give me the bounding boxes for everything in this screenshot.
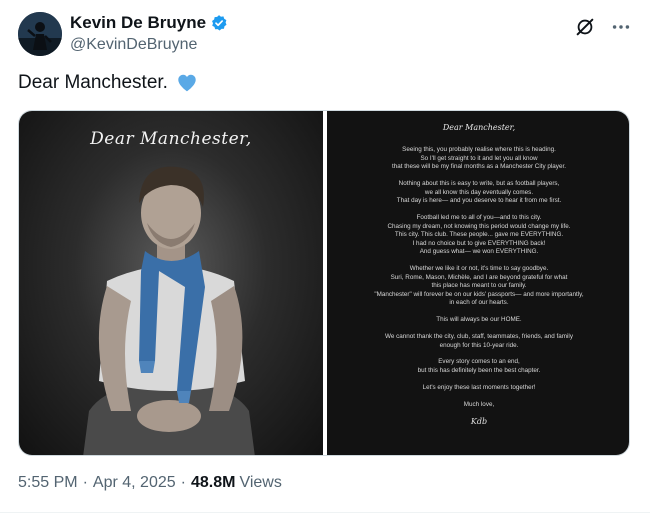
- letter-paragraph: Let's enjoy these last moments together!: [422, 383, 536, 391]
- letter-paragraph: Seeing this, you probably realise where …: [392, 146, 566, 171]
- meta-separator: ·: [82, 474, 88, 491]
- media-photo-portrait[interactable]: Dear Manchester,: [19, 111, 323, 455]
- avatar-image: [18, 12, 62, 56]
- author-name-row: Kevin De Bruyne: [70, 13, 228, 33]
- views-count: 48.8M: [190, 474, 236, 491]
- tweet-time[interactable]: 5:55 PM: [18, 474, 78, 492]
- tweet-text-content: Dear Manchester.: [18, 72, 168, 93]
- letter-paragraph: We cannot thank the city, club, staff, t…: [385, 333, 573, 349]
- divider: [0, 512, 650, 513]
- letter-paragraph: Whether we like it or not, it's time to …: [374, 265, 584, 307]
- letter-content: Dear Manchester, Seeing this, you probab…: [341, 123, 617, 426]
- letter-paragraph: Much love,: [463, 400, 495, 408]
- tweet-meta: 5:55 PM · Apr 4, 2025 · 48.8M Views: [18, 474, 282, 492]
- media-photo-letter[interactable]: Dear Manchester, Seeing this, you probab…: [327, 111, 629, 455]
- letter-paragraph: Nothing about this is easy to write, but…: [396, 179, 562, 205]
- letter-paragraph: Football led me to all of you—and to thi…: [387, 213, 571, 256]
- verified-badge-icon: [210, 14, 228, 32]
- meta-separator: ·: [180, 474, 186, 491]
- views-label: Views: [239, 474, 282, 491]
- blue-heart-icon: [176, 72, 198, 94]
- media-gallery[interactable]: Dear Manchester, Dear Manchester, Seeing…: [18, 110, 630, 456]
- author-handle[interactable]: @KevinDeBruyne: [70, 36, 197, 54]
- letter-title: Dear Manchester,: [442, 123, 516, 132]
- grok-icon[interactable]: [574, 16, 596, 38]
- author-name[interactable]: Kevin De Bruyne: [70, 13, 206, 33]
- tweet-date[interactable]: Apr 4, 2025: [93, 474, 176, 492]
- more-icon[interactable]: [610, 16, 632, 38]
- letter-paragraph: This will always be our HOME.: [436, 316, 522, 324]
- tweet-text: Dear Manchester.: [18, 72, 198, 94]
- tweet-header: Kevin De Bruyne @KevinDeBruyne: [18, 12, 632, 58]
- letter-paragraph: Every story comes to an end, but this ha…: [417, 358, 541, 374]
- letter-signature: Kdb: [470, 417, 488, 427]
- avatar[interactable]: [18, 12, 62, 56]
- photo-title-text: Dear Manchester,: [90, 129, 252, 149]
- portrait-illustration: [83, 166, 255, 455]
